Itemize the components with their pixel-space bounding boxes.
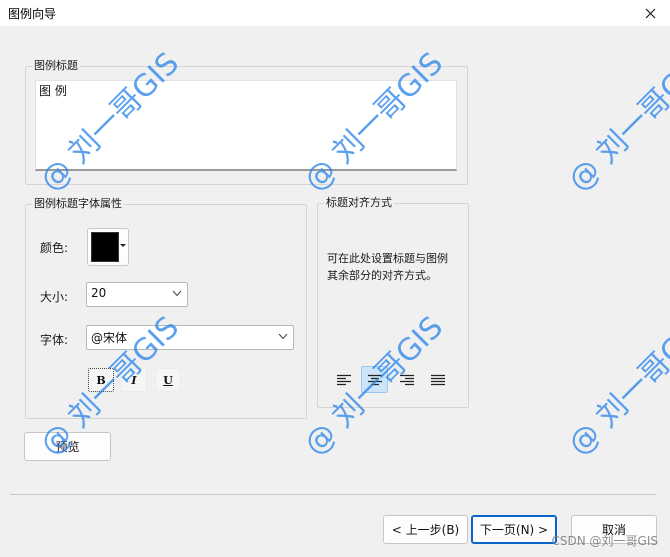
color-swatch xyxy=(91,232,119,262)
next-button[interactable]: 下一页(N) > xyxy=(471,515,557,544)
close-icon xyxy=(645,8,655,18)
window-title: 图例向导 xyxy=(8,7,57,21)
close-button[interactable] xyxy=(630,0,670,26)
watermark-text: @ 刘一哥GIS xyxy=(561,45,670,199)
font-select[interactable]: @宋体 xyxy=(86,325,294,350)
size-label: 大小: xyxy=(40,290,69,304)
cancel-button[interactable]: 取消 xyxy=(571,515,657,544)
align-left-icon xyxy=(336,374,351,385)
watermark-text: @ 刘一哥GIS xyxy=(561,309,670,463)
title-alignment-group-label: 标题对齐方式 xyxy=(324,196,394,210)
font-label: 字体: xyxy=(40,333,69,347)
size-select[interactable]: 20 xyxy=(86,282,188,307)
align-right-icon xyxy=(399,374,414,385)
color-label: 颜色: xyxy=(40,241,69,255)
italic-button[interactable]: I xyxy=(121,368,147,392)
legend-title-textarea[interactable]: 图 例 xyxy=(35,80,457,171)
color-dropdown-arrow-icon xyxy=(120,244,126,247)
title-bar: 图例向导 xyxy=(0,0,670,26)
size-value: 20 xyxy=(91,286,107,300)
align-justify-icon xyxy=(430,374,445,385)
bold-button[interactable]: B xyxy=(88,368,114,392)
font-properties-group-label: 图例标题字体属性 xyxy=(32,197,124,211)
underline-button[interactable]: U xyxy=(155,368,181,392)
legend-title-group-label: 图例标题 xyxy=(32,59,80,73)
align-left-button[interactable] xyxy=(330,366,357,393)
align-center-icon xyxy=(367,374,382,385)
align-center-button[interactable] xyxy=(361,366,388,393)
align-right-button[interactable] xyxy=(393,366,420,393)
chevron-down-icon xyxy=(278,333,288,340)
footer-separator xyxy=(10,494,656,495)
font-value: @宋体 xyxy=(91,331,128,345)
chevron-down-icon xyxy=(172,290,182,297)
preview-button[interactable]: 预览 xyxy=(24,432,111,461)
color-picker-button[interactable] xyxy=(87,228,129,266)
align-justify-button[interactable] xyxy=(424,366,451,393)
back-button[interactable]: < 上一步(B) xyxy=(383,515,468,544)
alignment-description: 可在此处设置标题与图例其余部分的对齐方式。 xyxy=(327,252,448,282)
